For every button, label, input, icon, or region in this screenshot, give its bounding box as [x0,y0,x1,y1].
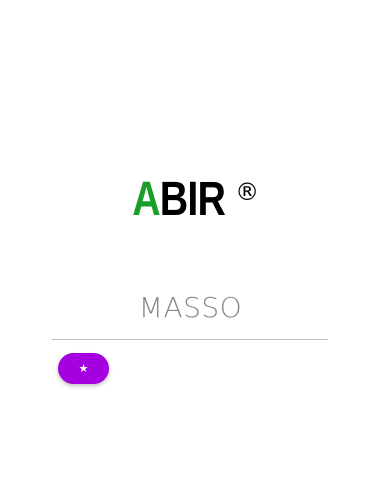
brand-logo: ABIR ® [0,176,381,224]
floating-action-button[interactable]: ★ [58,353,109,384]
brand-name: MASSO [138,291,243,324]
logo-rest-letters: BIR [159,173,226,226]
logo-wordmark: ABIR [132,173,226,226]
registered-mark: ® [235,178,260,206]
divider [52,339,328,340]
logo-first-letter: A [132,173,160,226]
star-icon: ★ [78,362,89,375]
